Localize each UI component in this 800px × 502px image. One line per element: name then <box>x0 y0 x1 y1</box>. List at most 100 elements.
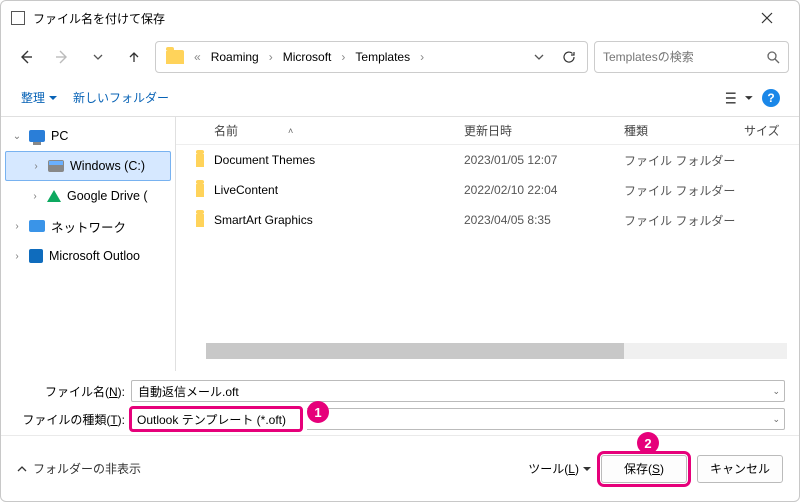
folder-tree: ⌄ PC › Windows (C:) › Google Drive ( › ネ… <box>1 117 176 371</box>
file-row[interactable]: Document Themes 2023/01/05 12:07 ファイル フォ… <box>176 145 799 175</box>
breadcrumb-microsoft[interactable]: Microsoft <box>277 46 338 68</box>
column-headers: 名前 ˄ 更新日時 種類 サイズ <box>176 117 799 145</box>
refresh-icon <box>562 50 576 64</box>
tree-label: Windows (C:) <box>70 159 145 173</box>
help-icon: ? <box>762 89 780 107</box>
chevron-down-icon <box>93 52 103 62</box>
tree-item-google-drive[interactable]: › Google Drive ( <box>1 181 175 211</box>
footer: フォルダーの非表示 ツール(L) 保存(S) キャンセル 2 <box>1 435 799 501</box>
chevron-right-icon: › <box>30 161 42 172</box>
filetype-select[interactable]: Outlook テンプレート (*.oft) <box>131 408 301 430</box>
file-type: ファイル フォルダー <box>624 152 754 169</box>
window-title: ファイル名を付けて保存 <box>33 10 745 27</box>
filetype-value: Outlook テンプレート (*.oft) <box>137 411 286 428</box>
chevron-right-icon: › <box>418 50 426 64</box>
filetype-row: ファイルの種類(T): Outlook テンプレート (*.oft) ⌄ <box>15 405 785 433</box>
chevron-right-icon: › <box>11 251 23 262</box>
file-name: Document Themes <box>210 153 464 167</box>
folder-icon <box>196 153 204 167</box>
caret-down-icon <box>49 94 57 102</box>
tree-label: Microsoft Outloo <box>49 249 140 263</box>
column-size-header[interactable]: サイズ <box>744 122 780 139</box>
file-name: SmartArt Graphics <box>210 213 464 227</box>
tree-label: ネットワーク <box>51 217 126 236</box>
arrow-up-icon <box>127 50 141 64</box>
search-box[interactable] <box>594 41 789 73</box>
horizontal-scrollbar[interactable] <box>206 343 787 359</box>
help-button[interactable]: ? <box>757 84 785 112</box>
tree-item-c-drive[interactable]: › Windows (C:) <box>5 151 171 181</box>
chevron-right-icon: › <box>11 221 23 232</box>
chevron-up-icon <box>17 464 27 474</box>
breadcrumb-roaming[interactable]: Roaming <box>205 46 265 68</box>
chevron-down-icon[interactable]: ⌄ <box>772 414 780 425</box>
tree-label: Google Drive ( <box>67 189 148 203</box>
breadcrumb-templates[interactable]: Templates <box>349 46 416 68</box>
file-row[interactable]: LiveContent 2022/02/10 22:04 ファイル フォルダー <box>176 175 799 205</box>
breadcrumb-sep: « <box>192 50 203 64</box>
chevron-down-icon[interactable]: ⌄ <box>772 386 780 397</box>
save-label: 保存(S) <box>624 460 664 477</box>
body: ⌄ PC › Windows (C:) › Google Drive ( › ネ… <box>1 117 799 371</box>
outlook-icon <box>29 249 43 263</box>
save-as-dialog: ファイル名を付けて保存 « Roaming › Microsoft › Temp… <box>0 0 800 502</box>
file-date: 2023/04/05 8:35 <box>464 213 624 227</box>
tree-label: PC <box>51 129 68 143</box>
toolbar: 整理 新しいフォルダー ? <box>1 79 799 117</box>
caret-down-icon <box>583 465 591 473</box>
close-button[interactable] <box>745 3 789 33</box>
filename-row: ファイル名(N): ⌄ <box>15 377 785 405</box>
organize-label: 整理 <box>21 89 45 106</box>
chevron-down-icon <box>534 52 544 62</box>
nav-back-button[interactable] <box>11 42 41 72</box>
filename-field[interactable]: ⌄ <box>131 380 785 402</box>
organize-button[interactable]: 整理 <box>15 85 63 110</box>
tools-menu[interactable]: ツール(L) <box>528 460 591 477</box>
refresh-button[interactable] <box>555 43 583 71</box>
column-name-header[interactable]: 名前 <box>214 122 238 139</box>
tree-item-outlook[interactable]: › Microsoft Outloo <box>1 241 175 271</box>
annotation-2: 2 <box>637 432 659 454</box>
file-name: LiveContent <box>210 183 464 197</box>
hide-folders-toggle[interactable]: フォルダーの非表示 <box>17 460 141 477</box>
filename-input[interactable] <box>138 384 778 398</box>
nav-forward-button[interactable] <box>47 42 77 72</box>
new-folder-button[interactable]: 新しいフォルダー <box>67 85 175 110</box>
network-icon <box>29 220 45 232</box>
chevron-right-icon: › <box>339 50 347 64</box>
search-input[interactable] <box>603 50 766 64</box>
nav-up-button[interactable] <box>119 42 149 72</box>
column-date-header[interactable]: 更新日時 <box>464 122 624 139</box>
chevron-right-icon: › <box>29 191 41 202</box>
drive-icon <box>48 160 64 172</box>
file-type: ファイル フォルダー <box>624 212 754 229</box>
file-date: 2022/02/10 22:04 <box>464 183 624 197</box>
file-date: 2023/01/05 12:07 <box>464 153 624 167</box>
nav-recent-button[interactable] <box>83 42 113 72</box>
chevron-right-icon: › <box>267 50 275 64</box>
caret-down-icon <box>745 94 753 102</box>
list-view-icon <box>725 91 742 105</box>
titlebar: ファイル名を付けて保存 <box>1 1 799 35</box>
chevron-down-icon: ⌄ <box>11 131 23 142</box>
cancel-button[interactable]: キャンセル <box>697 455 783 483</box>
filetype-select-rest[interactable]: ⌄ <box>307 408 785 430</box>
filename-label: ファイル名(N): <box>15 383 125 400</box>
folder-icon <box>196 213 204 227</box>
file-type: ファイル フォルダー <box>624 182 754 199</box>
app-icon <box>11 11 25 25</box>
annotation-1: 1 <box>307 401 329 423</box>
column-type-header[interactable]: 種類 <box>624 122 744 139</box>
view-options-button[interactable] <box>725 84 753 112</box>
hide-folders-label: フォルダーの非表示 <box>33 460 141 477</box>
form-area: ファイル名(N): ⌄ ファイルの種類(T): Outlook テンプレート (… <box>1 371 799 435</box>
address-dropdown-button[interactable] <box>525 43 553 71</box>
save-button[interactable]: 保存(S) <box>601 455 687 483</box>
address-bar[interactable]: « Roaming › Microsoft › Templates › <box>155 41 588 73</box>
google-drive-icon <box>47 190 61 202</box>
tree-item-network[interactable]: › ネットワーク <box>1 211 175 241</box>
file-row[interactable]: SmartArt Graphics 2023/04/05 8:35 ファイル フ… <box>176 205 799 235</box>
arrow-left-icon <box>18 49 34 65</box>
tree-item-pc[interactable]: ⌄ PC <box>1 121 175 151</box>
search-icon <box>766 50 780 64</box>
